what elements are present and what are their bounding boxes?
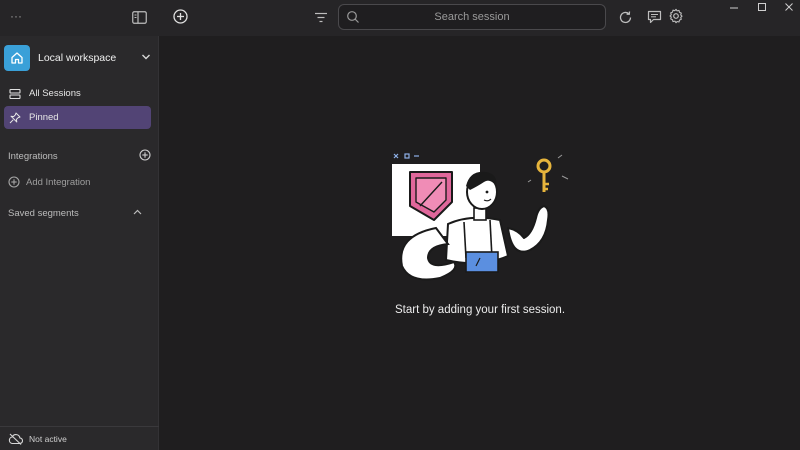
top-bar: ··· Search session <box>0 0 800 36</box>
integrations-heading: Integrations <box>8 151 58 162</box>
sidebar-item-all-sessions[interactable]: All Sessions <box>4 82 151 105</box>
plus-circle-icon <box>8 176 20 188</box>
plus-circle-icon <box>139 149 151 161</box>
maximize-icon <box>758 3 766 11</box>
sidebar-item-pinned[interactable]: Pinned <box>4 106 151 129</box>
search-icon <box>347 11 359 23</box>
pin-icon <box>8 111 22 125</box>
chevron-down-icon <box>142 54 150 60</box>
chevron-up-icon <box>133 209 142 215</box>
minimize-icon <box>730 7 738 9</box>
refresh-button[interactable] <box>616 8 634 26</box>
search-placeholder: Search session <box>434 11 510 23</box>
search-input[interactable]: Search session <box>338 4 606 30</box>
close-icon <box>785 3 793 11</box>
workspace-name: Local workspace <box>38 52 117 64</box>
cloud-off-icon <box>8 433 23 445</box>
workspace-logo <box>4 45 30 71</box>
integrations-section: Integrations <box>8 149 155 164</box>
feedback-button[interactable] <box>645 8 663 26</box>
add-session-button[interactable] <box>171 7 189 25</box>
add-integration-label: Add Integration <box>26 176 91 188</box>
sidebar-item-label: Pinned <box>29 112 59 123</box>
sidebar: Local workspace All Sessions Pinned Inte… <box>0 36 159 450</box>
home-icon <box>11 52 23 64</box>
main-content: Start by adding your first session. <box>160 36 800 450</box>
saved-segments-section[interactable]: Saved segments <box>8 208 143 219</box>
refresh-icon <box>619 10 631 23</box>
filter-button[interactable] <box>312 9 330 25</box>
message-icon <box>647 10 661 24</box>
empty-state-message: Start by adding your first session. <box>394 304 566 316</box>
maximize-button[interactable] <box>755 1 769 13</box>
plus-circle-icon <box>172 8 188 24</box>
sidebar-panel-icon <box>131 10 147 24</box>
collapse-segments-button[interactable] <box>132 207 143 221</box>
minimize-button[interactable] <box>727 2 741 14</box>
add-integration-icon-button[interactable] <box>139 149 151 164</box>
workspace-selector[interactable]: Local workspace <box>4 44 155 72</box>
list-icon <box>8 87 22 101</box>
status-text: Not active <box>29 433 67 444</box>
sidebar-item-label: All Sessions <box>29 88 81 99</box>
toggle-sidebar-button[interactable] <box>130 8 148 26</box>
empty-state-illustration <box>392 153 569 281</box>
filter-icon <box>315 12 327 22</box>
saved-segments-heading: Saved segments <box>8 208 79 219</box>
close-button[interactable] <box>782 1 796 13</box>
more-menu-button[interactable]: ··· <box>6 8 26 24</box>
status-bar: Not active <box>0 426 159 450</box>
settings-button[interactable] <box>667 7 685 25</box>
gear-icon <box>669 8 683 24</box>
add-integration-link[interactable]: Add Integration <box>8 176 90 188</box>
